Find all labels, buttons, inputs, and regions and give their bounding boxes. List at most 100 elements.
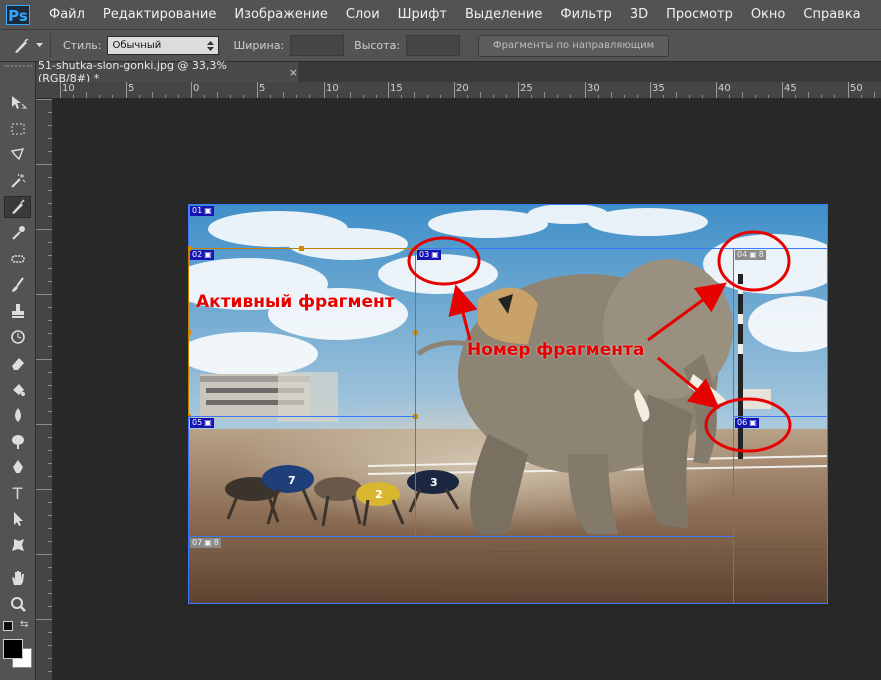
ruler-minor-tick [48, 411, 52, 412]
magic-wand-tool-icon[interactable] [4, 170, 31, 192]
slice-05-badge: 05 ▣ [190, 418, 214, 428]
document-tab[interactable]: 51-shutka-slon-gonki.jpg @ 33,3% (RGB/8#… [36, 59, 298, 85]
ruler-minor-tick [48, 190, 52, 191]
ruler-minor-tick [48, 437, 52, 438]
menu-view[interactable]: Просмотр [657, 0, 742, 29]
ruler-minor-tick [152, 92, 153, 98]
slice-01[interactable]: 01 ▣ [188, 204, 828, 249]
ruler-minor-tick [874, 92, 875, 98]
slice-01-badge: 01 ▣ [190, 206, 214, 216]
history-brush-tool-icon[interactable] [4, 326, 31, 348]
menu-layers[interactable]: Слои [337, 0, 389, 29]
slice-07-badge: 07 ▣ 8 [190, 538, 221, 548]
ruler-minor-tick [165, 95, 166, 98]
path-select-tool-icon[interactable] [4, 508, 31, 530]
ruler-minor-tick [217, 92, 218, 98]
ruler-minor-tick [296, 95, 297, 98]
slice-handle-tm[interactable] [299, 246, 304, 251]
ruler-label: 10 [326, 83, 339, 94]
slice-05[interactable]: 05 ▣ [188, 416, 416, 537]
slice-06[interactable]: 06 ▣ [733, 416, 828, 604]
menu-type[interactable]: Шрифт [389, 0, 456, 29]
ruler-label: 25 [520, 83, 533, 94]
move-tool-icon[interactable] [4, 92, 31, 114]
slice-06-badge: 06 ▣ [735, 418, 759, 428]
ruler-minor-tick [440, 95, 441, 98]
slice-07[interactable]: 07 ▣ 8 [188, 536, 734, 604]
menu-filter[interactable]: Фильтр [551, 0, 620, 29]
hand-tool-icon[interactable] [4, 567, 31, 589]
blur-tool-icon[interactable] [4, 404, 31, 426]
marquee-tool-icon[interactable] [4, 118, 31, 140]
ruler-tick [454, 82, 455, 98]
panel-collapse-icon[interactable] [4, 65, 32, 73]
ruler-minor-tick [48, 593, 52, 594]
brush-tool-icon[interactable] [4, 274, 31, 296]
ruler-tick [782, 82, 783, 98]
ruler-minor-tick [48, 177, 52, 178]
menu-select[interactable]: Выделение [456, 0, 551, 29]
document-canvas[interactable]: 7 2 3 01 ▣ 02 ▣ 03 ▣ 04 ▣ 8 05 ▣ 06 ▣ 07 ▣ 8 [188, 204, 828, 604]
menu-window[interactable]: Окно [742, 0, 795, 29]
slice-tool-icon-active[interactable] [4, 196, 31, 218]
ruler-minor-tick [48, 606, 52, 607]
spot-heal-tool-icon[interactable] [4, 248, 31, 270]
ruler-minor-tick [702, 95, 703, 98]
pen-tool-icon[interactable] [4, 456, 31, 478]
document-tab-bar: 51-shutka-slon-gonki.jpg @ 33,3% (RGB/8#… [0, 59, 881, 85]
lasso-tool-icon[interactable] [4, 144, 31, 166]
ruler-minor-tick [676, 92, 677, 98]
eyedropper-tool-icon[interactable] [4, 222, 31, 244]
slice-handle-tl[interactable] [188, 246, 191, 251]
stamp-tool-icon[interactable] [4, 300, 31, 322]
zoom-tool-icon[interactable] [4, 593, 31, 615]
ruler-minor-tick [493, 95, 494, 98]
ruler-minor-tick [337, 95, 338, 98]
foreground-color-swatch[interactable] [3, 639, 23, 659]
ruler-minor-tick [48, 502, 52, 503]
menu-3d[interactable]: 3D [621, 0, 657, 29]
slice-04[interactable]: 04 ▣ 8 [733, 248, 828, 417]
swap-colors-icon[interactable]: ⇆ [20, 619, 28, 630]
horizontal-ruler: 10 5 0 5 10 15 20 25 30 35 40 45 50 [36, 82, 881, 99]
tool-preset-picker[interactable] [4, 33, 51, 58]
ruler-label: 30 [587, 83, 600, 94]
ruler-label: 35 [652, 83, 665, 94]
ruler-label: 45 [784, 83, 797, 94]
ruler-minor-tick [230, 95, 231, 98]
slice-handle-ml[interactable] [188, 330, 191, 335]
eraser-tool-icon[interactable] [4, 352, 31, 374]
slices-from-guides-button[interactable]: Фрагменты по направляющим [478, 34, 670, 57]
ruler-minor-tick [48, 528, 52, 529]
default-colors-icon[interactable] [3, 621, 13, 631]
image-slice-icon: ▣ [431, 250, 439, 259]
menu-image[interactable]: Изображение [225, 0, 336, 29]
ruler-minor-tick [48, 580, 52, 581]
width-field[interactable] [290, 35, 345, 56]
ruler-minor-tick [624, 95, 625, 98]
menu-help[interactable]: Справка [794, 0, 869, 29]
menu-edit[interactable]: Редактирование [94, 0, 225, 29]
ruler-tick [848, 82, 849, 98]
slice-04-badge: 04 ▣ 8 [735, 250, 766, 260]
ruler-minor-tick [557, 95, 558, 98]
ruler-minor-tick [821, 95, 822, 98]
ruler-minor-tick [112, 95, 113, 98]
ruler-minor-tick [598, 95, 599, 98]
close-tab-icon[interactable]: × [289, 66, 298, 79]
options-bar: Стиль: Обычный Ширина: Высота: Фрагменты… [0, 29, 881, 62]
ruler-minor-tick [48, 450, 52, 451]
style-select[interactable]: Обычный [107, 36, 220, 55]
ruler-label: 5 [259, 83, 266, 94]
ruler-minor-tick [48, 333, 52, 334]
slice-02-active[interactable]: 02 ▣ [188, 248, 416, 417]
gradient-tool-icon[interactable] [4, 378, 31, 400]
menu-file[interactable]: Файл [40, 0, 94, 29]
slice-03[interactable]: 03 ▣ [415, 248, 734, 537]
shape-tool-icon[interactable] [4, 534, 31, 556]
height-field[interactable] [406, 35, 461, 56]
dodge-tool-icon[interactable] [4, 430, 31, 452]
ruler-minor-tick [48, 216, 52, 217]
type-tool-icon[interactable]: T [4, 482, 31, 504]
ruler-minor-tick [178, 95, 179, 98]
